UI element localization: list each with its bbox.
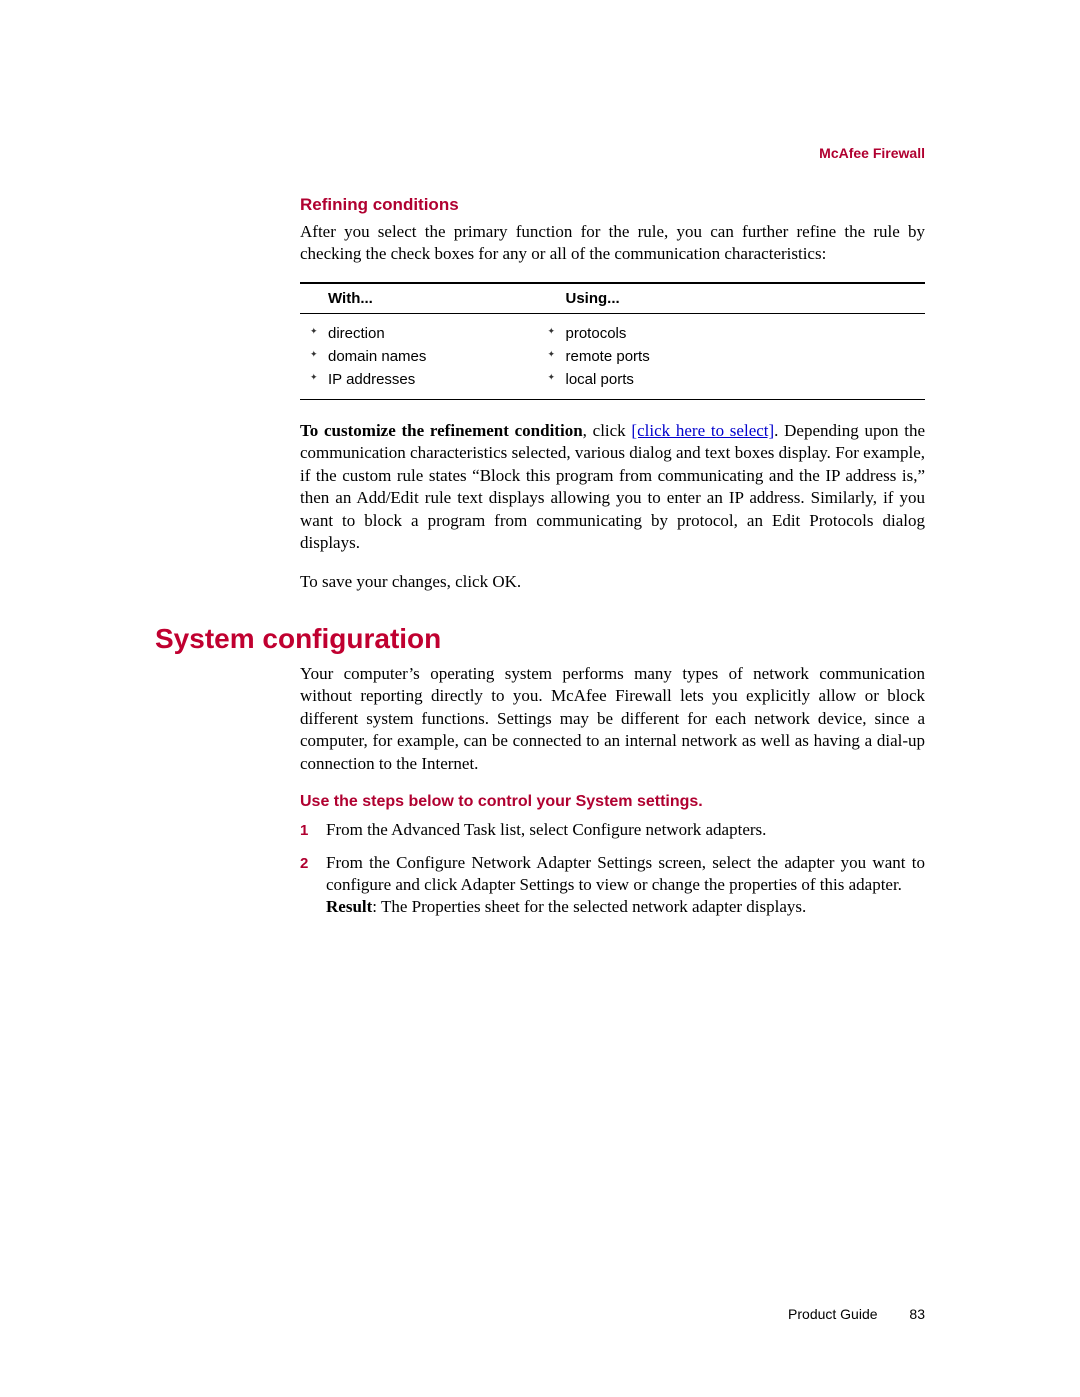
list-item: domain names xyxy=(300,345,538,368)
step-item: 2 From the Configure Network Adapter Set… xyxy=(300,852,925,919)
system-config-heading: System configuration xyxy=(155,623,925,655)
save-line: To save your changes, click OK. xyxy=(300,571,925,593)
step-item: 1 From the Advanced Task list, select Co… xyxy=(300,819,925,841)
customize-bold-lead: To customize the refinement condition xyxy=(300,421,583,440)
table-header-with: With... xyxy=(300,283,538,314)
using-list: protocols remote ports local ports xyxy=(538,318,926,391)
result-text: : The Properties sheet for the selected … xyxy=(372,897,806,916)
with-list: direction domain names IP addresses xyxy=(300,318,538,391)
customize-mid: , click xyxy=(583,421,632,440)
customize-tail: . Depending upon the communication chara… xyxy=(300,421,925,552)
customize-paragraph: To customize the refinement condition, c… xyxy=(300,420,925,555)
list-item: local ports xyxy=(538,368,926,391)
step2-text-a: From the Configure Network Adapter Setti… xyxy=(326,853,925,894)
result-label: Result xyxy=(326,897,372,916)
list-item: IP addresses xyxy=(300,368,538,391)
table-header-using: Using... xyxy=(538,283,926,314)
conditions-table: With... Using... direction domain names … xyxy=(300,282,925,400)
list-item: remote ports xyxy=(538,345,926,368)
step-number: 2 xyxy=(300,852,326,919)
steps-heading: Use the steps below to control your Syst… xyxy=(300,793,925,811)
list-item: protocols xyxy=(538,322,926,345)
page-number: 83 xyxy=(909,1306,925,1322)
step-text: From the Advanced Task list, select Conf… xyxy=(326,819,925,841)
refining-intro: After you select the primary function fo… xyxy=(300,221,925,266)
steps-list: 1 From the Advanced Task list, select Co… xyxy=(300,819,925,919)
click-here-link[interactable]: [click here to select] xyxy=(631,421,774,440)
page-footer: Product Guide 83 xyxy=(788,1306,925,1322)
header-product-label: McAfee Firewall xyxy=(819,145,925,161)
system-config-intro: Your computer’s operating system perform… xyxy=(300,663,925,775)
footer-label: Product Guide xyxy=(788,1306,878,1322)
refining-heading: Refining conditions xyxy=(300,195,925,215)
document-page: McAfee Firewall Refining conditions Afte… xyxy=(0,0,1080,1397)
step-text: From the Configure Network Adapter Setti… xyxy=(326,852,925,919)
step-number: 1 xyxy=(300,819,326,841)
list-item: direction xyxy=(300,322,538,345)
